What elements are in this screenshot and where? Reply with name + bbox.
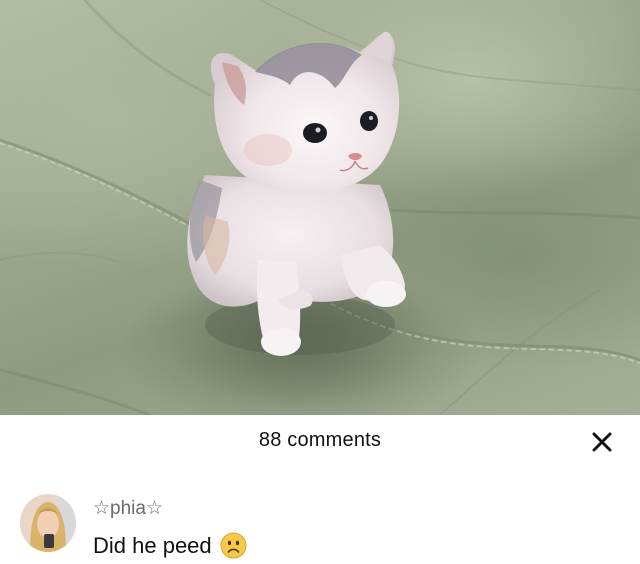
- user-avatar[interactable]: [20, 494, 76, 552]
- comments-sheet: 88 comments ☆phia☆ Did he peed: [0, 415, 640, 563]
- comments-count-title: 88 comments: [258, 429, 382, 451]
- comment-username[interactable]: ☆phia☆: [93, 497, 163, 520]
- frowning-face-emoji-icon: [220, 532, 247, 559]
- kitten-photo-illustration: [0, 0, 640, 415]
- comment-body: Did he peed: [93, 532, 247, 559]
- comment-text: Did he peed: [93, 532, 212, 558]
- post-photo: [0, 0, 640, 415]
- close-icon[interactable]: [586, 426, 618, 458]
